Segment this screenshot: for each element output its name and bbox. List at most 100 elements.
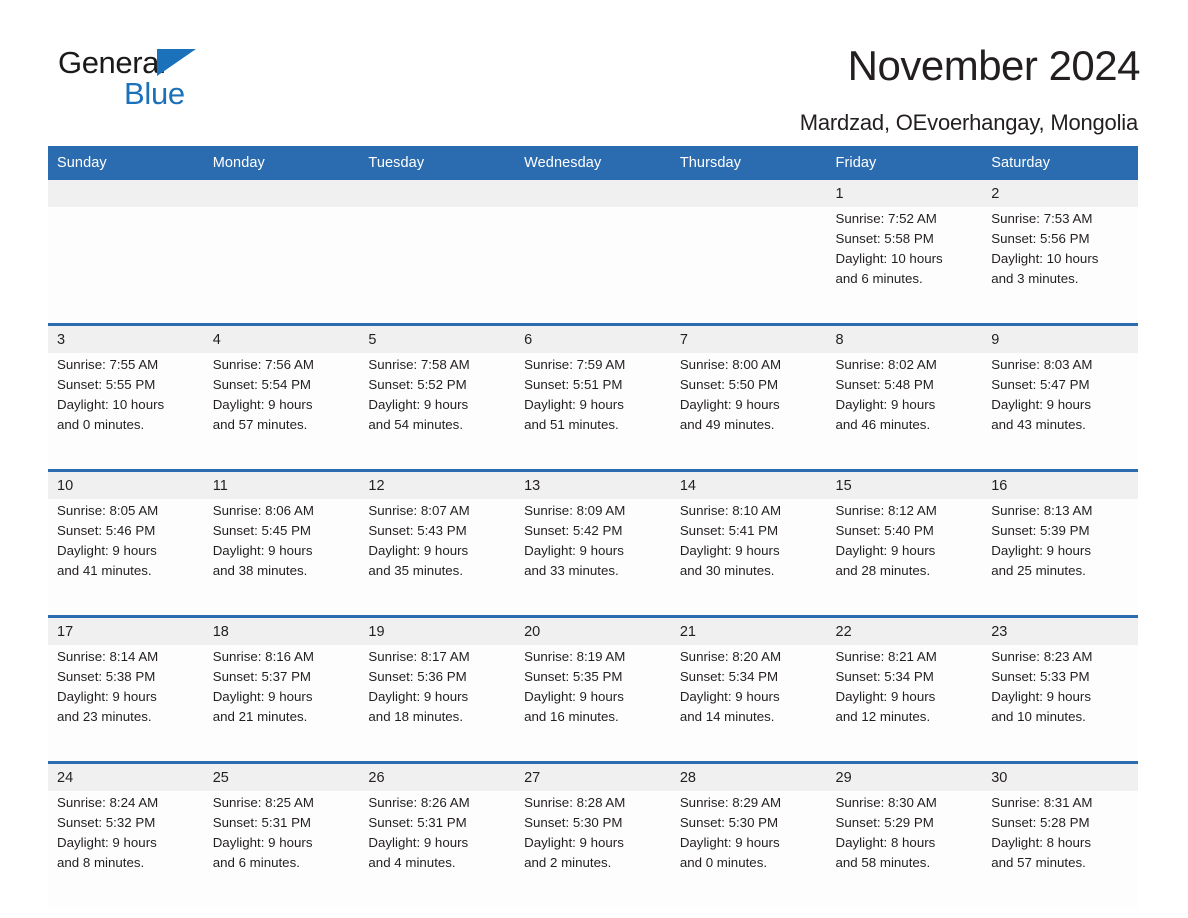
day-number[interactable]: 29 xyxy=(826,761,983,791)
day-cell[interactable]: Sunrise: 7:58 AM Sunset: 5:52 PM Daylight:… xyxy=(359,353,516,471)
day-cell[interactable]: Sunrise: 8:05 AM Sunset: 5:46 PM Daylight:… xyxy=(48,499,204,617)
day-number[interactable]: 18 xyxy=(203,615,360,645)
calendar-week-row: 17 18 19 20 21 22 23 Sunrise: 8:14 AM Sunset: 5:… xyxy=(48,615,1138,763)
sunset-text: Sunset: 5:50 PM xyxy=(679,377,779,392)
day-cell[interactable]: Sunrise: 8:02 AM Sunset: 5:48 PM Daylight:… xyxy=(826,353,983,471)
day-cell[interactable]: Sunrise: 8:10 AM Sunset: 5:41 PM Daylight:… xyxy=(670,499,827,617)
day-cell[interactable]: Sunrise: 8:21 AM Sunset: 5:34 PM Daylight:… xyxy=(826,645,983,763)
daylight-text-line2: and 3 minutes. xyxy=(991,271,1079,286)
day-cell[interactable]: Sunrise: 7:56 AM Sunset: 5:54 PM Daylight:… xyxy=(203,353,360,471)
day-number[interactable]: 1 xyxy=(826,180,983,207)
day-cell[interactable]: Sunrise: 8:13 AM Sunset: 5:39 PM Daylight:… xyxy=(982,499,1138,617)
daylight-text-line1: Daylight: 9 hours xyxy=(991,689,1091,704)
day-number[interactable]: 6 xyxy=(515,323,671,353)
day-cell[interactable]: Sunrise: 8:06 AM Sunset: 5:45 PM Daylight:… xyxy=(203,499,360,617)
sunrise-text: Sunrise: 8:28 AM xyxy=(524,795,626,810)
day-number[interactable]: 12 xyxy=(359,469,516,499)
sunrise-text: Sunrise: 8:16 AM xyxy=(212,649,314,664)
day-number[interactable]: 10 xyxy=(48,469,204,499)
daylight-text-line1: Daylight: 9 hours xyxy=(679,543,780,558)
day-number[interactable]: 11 xyxy=(203,469,360,499)
day-cell[interactable]: Sunrise: 8:12 AM Sunset: 5:40 PM Daylight:… xyxy=(826,499,983,617)
day-number[interactable]: 19 xyxy=(359,615,516,645)
empty-day-number xyxy=(515,180,671,207)
day-cell[interactable]: Sunrise: 8:30 AM Sunset: 5:29 PM Daylight:… xyxy=(826,791,983,907)
weekday-header-thursday: Thursday xyxy=(670,146,827,180)
calendar-week-row: 10 11 12 13 14 15 16 Sunrise: 8:05 AM Sunset: 5:… xyxy=(48,469,1138,617)
day-number[interactable]: 15 xyxy=(826,469,983,499)
sunset-text: Sunset: 5:32 PM xyxy=(57,815,156,830)
day-cell[interactable]: Sunrise: 8:14 AM Sunset: 5:38 PM Daylight:… xyxy=(48,645,204,763)
day-cell[interactable]: Sunrise: 8:31 AM Sunset: 5:28 PM Daylight:… xyxy=(982,791,1138,907)
day-number[interactable]: 7 xyxy=(670,323,827,353)
day-cell[interactable]: Sunrise: 7:53 AM Sunset: 5:56 PM Daylight:… xyxy=(982,207,1138,325)
sunrise-text: Sunrise: 8:10 AM xyxy=(679,503,782,518)
day-number[interactable]: 21 xyxy=(670,615,827,645)
day-number[interactable]: 24 xyxy=(48,761,204,791)
day-number[interactable]: 22 xyxy=(826,615,983,645)
week-details-row: Sunrise: 7:55 AM Sunset: 5:55 PM Daylight:… xyxy=(48,353,1138,471)
sunrise-text: Sunrise: 8:05 AM xyxy=(57,503,159,518)
day-cell[interactable]: Sunrise: 8:07 AM Sunset: 5:43 PM Daylight:… xyxy=(359,499,516,617)
daylight-text-line2: and 43 minutes. xyxy=(991,417,1086,432)
day-cell[interactable]: Sunrise: 8:09 AM Sunset: 5:42 PM Daylight:… xyxy=(515,499,671,617)
day-cell[interactable]: Sunrise: 8:16 AM Sunset: 5:37 PM Daylight:… xyxy=(203,645,360,763)
day-number[interactable]: 23 xyxy=(982,615,1138,645)
day-number[interactable]: 13 xyxy=(515,469,671,499)
daylight-text-line1: Daylight: 9 hours xyxy=(368,397,469,412)
day-number[interactable]: 26 xyxy=(359,761,516,791)
sunrise-text: Sunrise: 7:52 AM xyxy=(835,211,937,226)
calendar-page: General Blue November 2024 Mardzad, OEvo… xyxy=(0,0,1188,918)
day-number[interactable]: 25 xyxy=(203,761,360,791)
day-number[interactable]: 4 xyxy=(203,323,360,353)
daylight-text-line2: and 35 minutes. xyxy=(368,563,464,578)
day-number[interactable]: 20 xyxy=(515,615,671,645)
daylight-text-line2: and 58 minutes. xyxy=(835,855,931,870)
day-cell[interactable]: Sunrise: 8:24 AM Sunset: 5:32 PM Daylight:… xyxy=(48,791,204,907)
day-cell[interactable]: Sunrise: 8:00 AM Sunset: 5:50 PM Daylight:… xyxy=(670,353,827,471)
day-number[interactable]: 2 xyxy=(982,180,1138,207)
day-cell[interactable]: Sunrise: 8:23 AM Sunset: 5:33 PM Daylight:… xyxy=(982,645,1138,763)
weekday-header-wednesday: Wednesday xyxy=(515,146,671,180)
day-cell[interactable]: Sunrise: 7:59 AM Sunset: 5:51 PM Daylight:… xyxy=(515,353,671,471)
day-cell[interactable]: Sunrise: 7:55 AM Sunset: 5:55 PM Daylight:… xyxy=(48,353,204,471)
day-number[interactable]: 28 xyxy=(670,761,827,791)
day-number[interactable]: 16 xyxy=(982,469,1138,499)
daylight-text-line2: and 0 minutes. xyxy=(57,417,145,432)
day-number[interactable]: 17 xyxy=(48,615,204,645)
sunrise-text: Sunrise: 8:31 AM xyxy=(991,795,1093,810)
day-cell[interactable]: Sunrise: 8:29 AM Sunset: 5:30 PM Daylight:… xyxy=(670,791,827,907)
day-number[interactable]: 5 xyxy=(359,323,516,353)
day-cell[interactable]: Sunrise: 8:17 AM Sunset: 5:36 PM Daylight:… xyxy=(359,645,516,763)
daylight-text-line2: and 38 minutes. xyxy=(212,563,308,578)
day-number[interactable]: 3 xyxy=(48,323,204,353)
day-cell[interactable]: Sunrise: 8:28 AM Sunset: 5:30 PM Daylight:… xyxy=(515,791,671,907)
day-cell[interactable]: Sunrise: 8:25 AM Sunset: 5:31 PM Daylight:… xyxy=(203,791,360,907)
daylight-text-line2: and 8 minutes. xyxy=(57,855,145,870)
day-cell[interactable]: Sunrise: 7:52 AM Sunset: 5:58 PM Daylight:… xyxy=(826,207,983,325)
day-number[interactable]: 8 xyxy=(826,323,983,353)
week-details-row: Sunrise: 8:05 AM Sunset: 5:46 PM Daylight:… xyxy=(48,499,1138,617)
day-cell[interactable]: Sunrise: 8:03 AM Sunset: 5:47 PM Daylight:… xyxy=(982,353,1138,471)
sunrise-text: Sunrise: 8:30 AM xyxy=(835,795,937,810)
day-number[interactable]: 30 xyxy=(982,761,1138,791)
daylight-text-line2: and 12 minutes. xyxy=(835,709,931,724)
daylight-text-line1: Daylight: 9 hours xyxy=(212,835,313,850)
sunset-text: Sunset: 5:51 PM xyxy=(524,377,623,392)
weekday-header-tuesday: Tuesday xyxy=(359,146,516,180)
day-number[interactable]: 27 xyxy=(515,761,671,791)
sunset-text: Sunset: 5:40 PM xyxy=(835,523,934,538)
day-number[interactable]: 14 xyxy=(670,469,827,499)
sunrise-text: Sunrise: 8:09 AM xyxy=(524,503,626,518)
day-number[interactable]: 9 xyxy=(982,323,1138,353)
sunset-text: Sunset: 5:30 PM xyxy=(524,815,623,830)
daylight-text-line1: Daylight: 9 hours xyxy=(835,397,936,412)
day-cell[interactable]: Sunrise: 8:19 AM Sunset: 5:35 PM Daylight:… xyxy=(515,645,671,763)
day-cell[interactable]: Sunrise: 8:26 AM Sunset: 5:31 PM Daylight:… xyxy=(359,791,516,907)
daylight-text-line2: and 2 minutes. xyxy=(524,855,612,870)
week-details-row: Sunrise: 8:14 AM Sunset: 5:38 PM Daylight:… xyxy=(48,645,1138,763)
sunrise-text: Sunrise: 8:25 AM xyxy=(212,795,314,810)
sunrise-text: Sunrise: 8:14 AM xyxy=(57,649,159,664)
day-cell[interactable]: Sunrise: 8:20 AM Sunset: 5:34 PM Daylight:… xyxy=(670,645,827,763)
daylight-text-line2: and 30 minutes. xyxy=(679,563,775,578)
